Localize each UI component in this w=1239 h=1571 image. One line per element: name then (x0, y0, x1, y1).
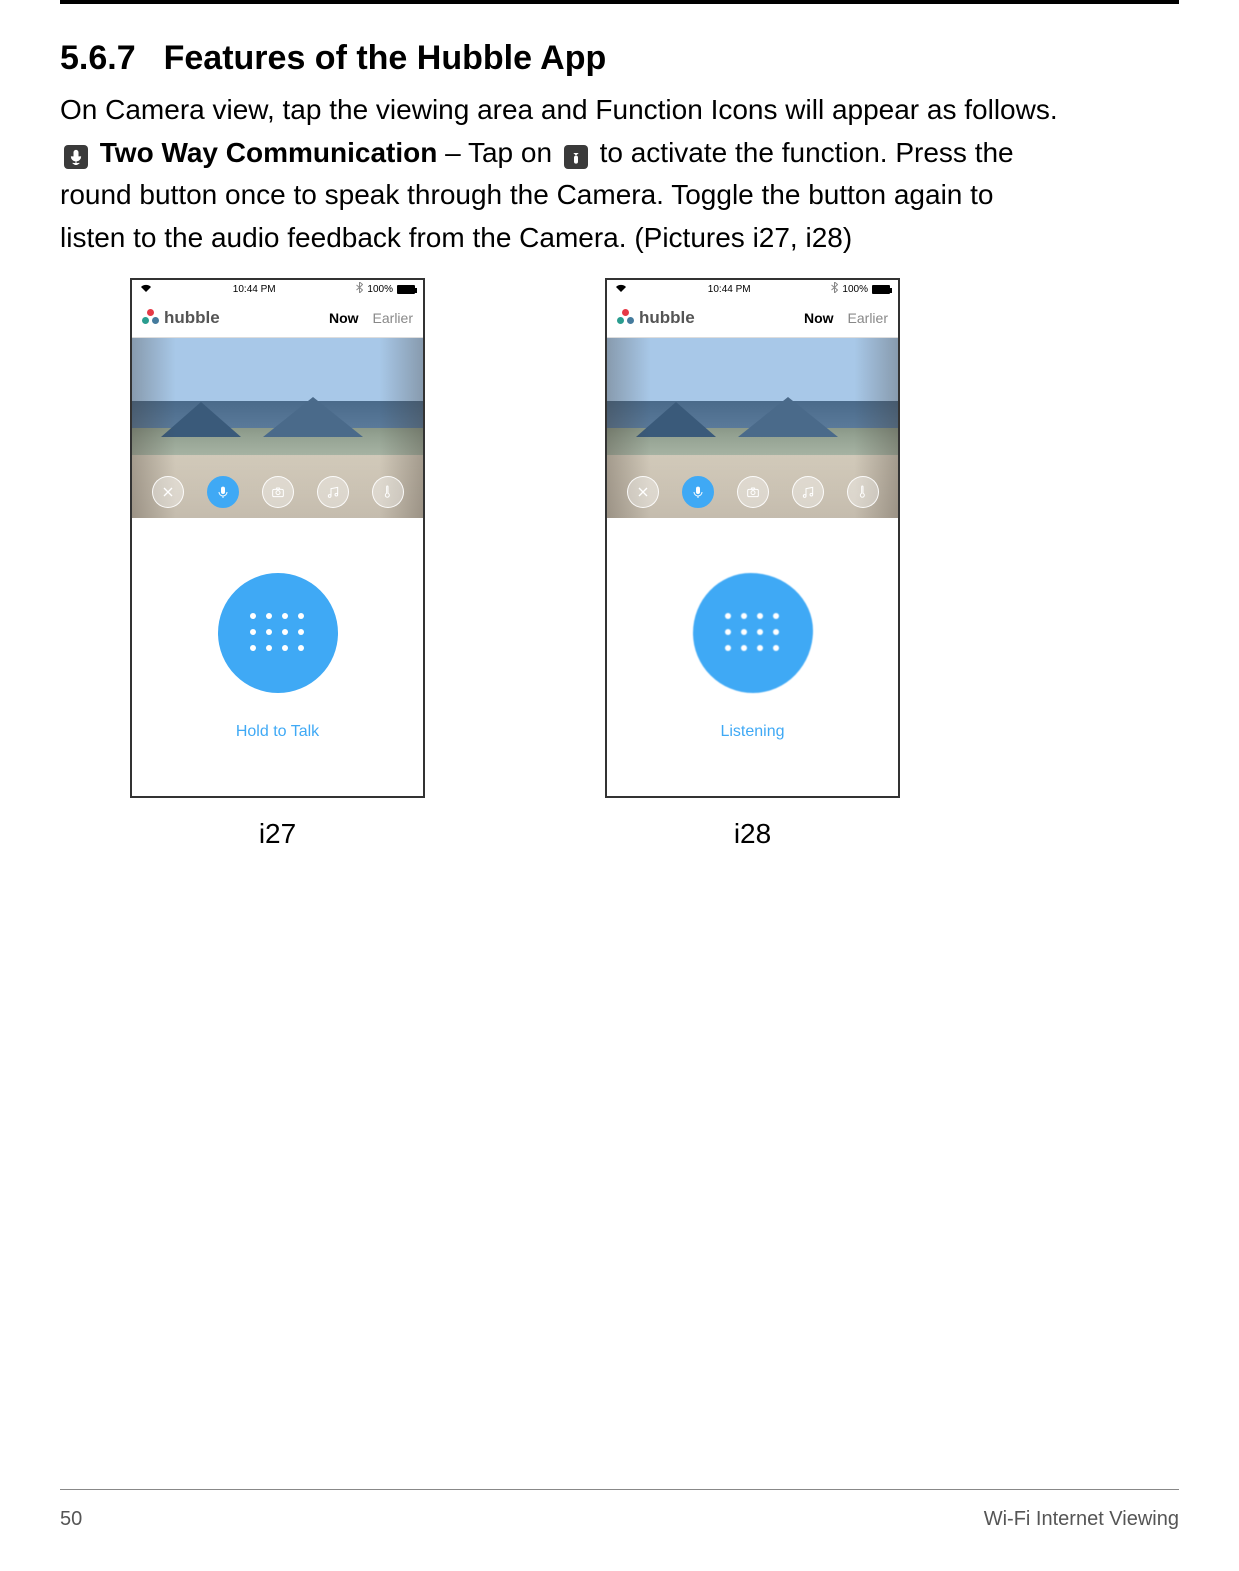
screenshot-i27: 10:44 PM 100% hubble Now (130, 278, 425, 850)
mic-icon[interactable] (682, 476, 714, 508)
hubble-logo: hubble (142, 308, 220, 328)
wifi-icon (615, 283, 627, 296)
battery-icon (872, 285, 890, 294)
paragraph-line3: round button once to speak through the C… (60, 175, 1179, 216)
battery-pct: 100% (367, 284, 393, 295)
talk-button[interactable] (218, 573, 338, 693)
temp-icon[interactable] (372, 476, 404, 508)
section-heading: 5.6.7 Features of the Hubble App (60, 39, 1179, 78)
tabs: Now Earlier (329, 310, 413, 326)
function-icon-row (607, 476, 898, 508)
camera-view[interactable] (607, 338, 898, 518)
status-bar: 10:44 PM 100% (607, 280, 898, 298)
heading-number: 5.6.7 (60, 39, 136, 77)
caption-i27: i27 (259, 818, 296, 850)
function-icon-row (132, 476, 423, 508)
app-header: hubble Now Earlier (607, 298, 898, 338)
txt-b: to activate the function. Press the (592, 137, 1014, 168)
bluetooth-icon (356, 282, 363, 296)
app-name: hubble (639, 308, 695, 328)
music-icon[interactable] (317, 476, 349, 508)
talk-label: Listening (720, 723, 784, 741)
status-bar: 10:44 PM 100% (132, 280, 423, 298)
temp-icon[interactable] (847, 476, 879, 508)
screenshot-i28: 10:44 PM 100% hubble Now (605, 278, 900, 850)
status-time: 10:44 PM (708, 284, 751, 295)
talk-area: Listening (607, 518, 898, 796)
logo-dots-icon (617, 309, 635, 327)
page-number: 50 (60, 1508, 82, 1531)
phone-frame: 10:44 PM 100% hubble Now (130, 278, 425, 798)
mic-down-icon (64, 145, 88, 169)
intro-line: On Camera view, tap the viewing area and… (60, 90, 1179, 131)
app-header: hubble Now Earlier (132, 298, 423, 338)
talk-area: Hold to Talk (132, 518, 423, 796)
talk-label: Hold to Talk (236, 723, 319, 741)
mic-up-icon (564, 145, 588, 169)
hubble-logo: hubble (617, 308, 695, 328)
feature-name: Two Way Communication (100, 137, 438, 168)
battery-pct: 100% (842, 284, 868, 295)
bluetooth-icon (831, 282, 838, 296)
camera-view[interactable] (132, 338, 423, 518)
page-footer: 50 Wi-Fi Internet Viewing (60, 1489, 1179, 1531)
wifi-icon (140, 283, 152, 296)
app-name: hubble (164, 308, 220, 328)
feature-paragraph: Two Way Communication – Tap on to activa… (60, 133, 1179, 174)
top-rule (60, 0, 1179, 4)
heading-title: Features of the Hubble App (164, 39, 607, 77)
status-time: 10:44 PM (233, 284, 276, 295)
caption-i28: i28 (734, 818, 771, 850)
txt-a: – Tap on (437, 137, 559, 168)
battery-icon (397, 285, 415, 294)
close-icon[interactable] (627, 476, 659, 508)
paragraph-line4: listen to the audio feedback from the Ca… (60, 218, 1179, 259)
footer-section: Wi-Fi Internet Viewing (984, 1508, 1179, 1531)
tabs: Now Earlier (804, 310, 888, 326)
camera-icon[interactable] (262, 476, 294, 508)
tab-earlier[interactable]: Earlier (373, 310, 413, 326)
mic-icon[interactable] (207, 476, 239, 508)
camera-icon[interactable] (737, 476, 769, 508)
phone-frame: 10:44 PM 100% hubble Now (605, 278, 900, 798)
tab-earlier[interactable]: Earlier (848, 310, 888, 326)
speaker-grid-icon (725, 613, 781, 653)
talk-button[interactable] (693, 573, 813, 693)
close-icon[interactable] (152, 476, 184, 508)
logo-dots-icon (142, 309, 160, 327)
tab-now[interactable]: Now (804, 310, 834, 326)
screenshot-row: 10:44 PM 100% hubble Now (130, 278, 1179, 850)
speaker-grid-icon (250, 613, 306, 653)
tab-now[interactable]: Now (329, 310, 359, 326)
music-icon[interactable] (792, 476, 824, 508)
